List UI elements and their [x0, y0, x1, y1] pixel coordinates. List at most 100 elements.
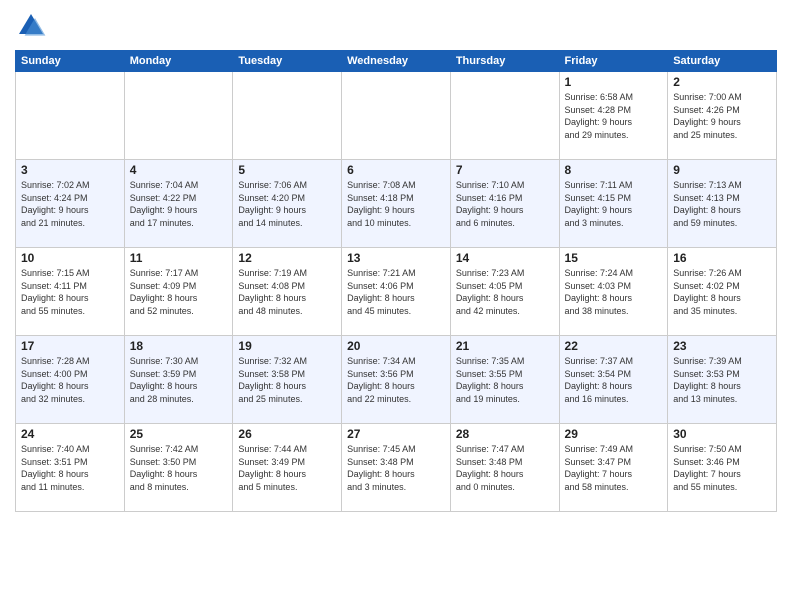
day-info: Sunrise: 7:39 AM Sunset: 3:53 PM Dayligh…: [673, 355, 771, 405]
day-info: Sunrise: 7:28 AM Sunset: 4:00 PM Dayligh…: [21, 355, 119, 405]
day-number: 28: [456, 427, 554, 441]
day-number: 10: [21, 251, 119, 265]
day-number: 30: [673, 427, 771, 441]
day-number: 2: [673, 75, 771, 89]
day-number: 20: [347, 339, 445, 353]
calendar-cell: 21Sunrise: 7:35 AM Sunset: 3:55 PM Dayli…: [450, 336, 559, 424]
day-info: Sunrise: 7:10 AM Sunset: 4:16 PM Dayligh…: [456, 179, 554, 229]
day-info: Sunrise: 7:30 AM Sunset: 3:59 PM Dayligh…: [130, 355, 228, 405]
day-info: Sunrise: 7:24 AM Sunset: 4:03 PM Dayligh…: [565, 267, 663, 317]
day-number: 16: [673, 251, 771, 265]
day-number: 8: [565, 163, 663, 177]
weekday-header: Thursday: [450, 51, 559, 72]
page: SundayMondayTuesdayWednesdayThursdayFrid…: [0, 0, 792, 612]
calendar-cell: 24Sunrise: 7:40 AM Sunset: 3:51 PM Dayli…: [16, 424, 125, 512]
logo: [15, 10, 51, 42]
day-info: Sunrise: 7:17 AM Sunset: 4:09 PM Dayligh…: [130, 267, 228, 317]
header: [15, 10, 777, 42]
weekday-header: Sunday: [16, 51, 125, 72]
day-number: 3: [21, 163, 119, 177]
day-info: Sunrise: 7:32 AM Sunset: 3:58 PM Dayligh…: [238, 355, 336, 405]
day-number: 1: [565, 75, 663, 89]
day-info: Sunrise: 7:06 AM Sunset: 4:20 PM Dayligh…: [238, 179, 336, 229]
weekday-header: Saturday: [668, 51, 777, 72]
calendar-cell: 11Sunrise: 7:17 AM Sunset: 4:09 PM Dayli…: [124, 248, 233, 336]
day-number: 27: [347, 427, 445, 441]
day-info: Sunrise: 7:50 AM Sunset: 3:46 PM Dayligh…: [673, 443, 771, 493]
calendar-cell: 20 Sunrise: 7:34 AM Sunset: 3:56 PM Dayli…: [342, 336, 451, 424]
day-info: Sunrise: 7:26 AM Sunset: 4:02 PM Dayligh…: [673, 267, 771, 317]
calendar-week: 3 Sunrise: 7:02 AM Sunset: 4:24 PM Daylig…: [16, 160, 777, 248]
day-info: Sunrise: 7:44 AM Sunset: 3:49 PM Dayligh…: [238, 443, 336, 493]
day-number: 17: [21, 339, 119, 353]
calendar-cell: 25 Sunrise: 7:42 AM Sunset: 3:50 PM Dayli…: [124, 424, 233, 512]
calendar-cell: 1 Sunrise: 6:58 AM Sunset: 4:28 PM Daylig…: [559, 72, 668, 160]
calendar: SundayMondayTuesdayWednesdayThursdayFrid…: [15, 50, 777, 512]
calendar-cell: 16 Sunrise: 7:26 AM Sunset: 4:02 PM Dayli…: [668, 248, 777, 336]
calendar-cell: 17 Sunrise: 7:28 AM Sunset: 4:00 PM Dayli…: [16, 336, 125, 424]
calendar-cell: [16, 72, 125, 160]
day-number: 6: [347, 163, 445, 177]
day-number: 5: [238, 163, 336, 177]
calendar-cell: [342, 72, 451, 160]
calendar-cell: 22 Sunrise: 7:37 AM Sunset: 3:54 PM Dayli…: [559, 336, 668, 424]
day-info: Sunrise: 7:15 AM Sunset: 4:11 PM Dayligh…: [21, 267, 119, 317]
calendar-cell: [233, 72, 342, 160]
calendar-cell: [450, 72, 559, 160]
weekday-header-row: SundayMondayTuesdayWednesdayThursdayFrid…: [16, 51, 777, 72]
day-number: 22: [565, 339, 663, 353]
weekday-header: Friday: [559, 51, 668, 72]
calendar-cell: 7Sunrise: 7:10 AM Sunset: 4:16 PM Daylig…: [450, 160, 559, 248]
calendar-cell: 3 Sunrise: 7:02 AM Sunset: 4:24 PM Daylig…: [16, 160, 125, 248]
day-number: 26: [238, 427, 336, 441]
day-info: Sunrise: 7:45 AM Sunset: 3:48 PM Dayligh…: [347, 443, 445, 493]
day-number: 23: [673, 339, 771, 353]
day-number: 19: [238, 339, 336, 353]
calendar-cell: 9 Sunrise: 7:13 AM Sunset: 4:13 PM Daylig…: [668, 160, 777, 248]
calendar-cell: 4 Sunrise: 7:04 AM Sunset: 4:22 PM Daylig…: [124, 160, 233, 248]
day-info: Sunrise: 7:34 AM Sunset: 3:56 PM Dayligh…: [347, 355, 445, 405]
calendar-cell: 28 Sunrise: 7:47 AM Sunset: 3:48 PM Dayli…: [450, 424, 559, 512]
day-number: 18: [130, 339, 228, 353]
day-info: Sunrise: 7:40 AM Sunset: 3:51 PM Dayligh…: [21, 443, 119, 493]
day-number: 15: [565, 251, 663, 265]
calendar-cell: 19 Sunrise: 7:32 AM Sunset: 3:58 PM Dayli…: [233, 336, 342, 424]
day-info: Sunrise: 7:47 AM Sunset: 3:48 PM Dayligh…: [456, 443, 554, 493]
day-info: Sunrise: 7:04 AM Sunset: 4:22 PM Dayligh…: [130, 179, 228, 229]
day-info: Sunrise: 7:37 AM Sunset: 3:54 PM Dayligh…: [565, 355, 663, 405]
day-info: Sunrise: 7:02 AM Sunset: 4:24 PM Dayligh…: [21, 179, 119, 229]
day-info: Sunrise: 7:00 AM Sunset: 4:26 PM Dayligh…: [673, 91, 771, 141]
day-info: Sunrise: 7:13 AM Sunset: 4:13 PM Dayligh…: [673, 179, 771, 229]
weekday-header: Tuesday: [233, 51, 342, 72]
day-number: 12: [238, 251, 336, 265]
day-info: Sunrise: 6:58 AM Sunset: 4:28 PM Dayligh…: [565, 91, 663, 141]
day-number: 25: [130, 427, 228, 441]
calendar-cell: 15 Sunrise: 7:24 AM Sunset: 4:03 PM Dayli…: [559, 248, 668, 336]
day-number: 29: [565, 427, 663, 441]
calendar-cell: 30 Sunrise: 7:50 AM Sunset: 3:46 PM Dayli…: [668, 424, 777, 512]
day-info: Sunrise: 7:21 AM Sunset: 4:06 PM Dayligh…: [347, 267, 445, 317]
calendar-cell: 18 Sunrise: 7:30 AM Sunset: 3:59 PM Dayli…: [124, 336, 233, 424]
calendar-cell: 5 Sunrise: 7:06 AM Sunset: 4:20 PM Daylig…: [233, 160, 342, 248]
calendar-cell: 13 Sunrise: 7:21 AM Sunset: 4:06 PM Dayli…: [342, 248, 451, 336]
day-number: 9: [673, 163, 771, 177]
day-info: Sunrise: 7:19 AM Sunset: 4:08 PM Dayligh…: [238, 267, 336, 317]
day-info: Sunrise: 7:35 AM Sunset: 3:55 PM Dayligh…: [456, 355, 554, 405]
calendar-cell: 29 Sunrise: 7:49 AM Sunset: 3:47 PM Dayli…: [559, 424, 668, 512]
day-info: Sunrise: 7:11 AM Sunset: 4:15 PM Dayligh…: [565, 179, 663, 229]
day-info: Sunrise: 7:08 AM Sunset: 4:18 PM Dayligh…: [347, 179, 445, 229]
calendar-cell: 6 Sunrise: 7:08 AM Sunset: 4:18 PM Daylig…: [342, 160, 451, 248]
calendar-cell: 12 Sunrise: 7:19 AM Sunset: 4:08 PM Dayli…: [233, 248, 342, 336]
calendar-cell: 14Sunrise: 7:23 AM Sunset: 4:05 PM Dayli…: [450, 248, 559, 336]
day-info: Sunrise: 7:23 AM Sunset: 4:05 PM Dayligh…: [456, 267, 554, 317]
calendar-week: 17 Sunrise: 7:28 AM Sunset: 4:00 PM Dayli…: [16, 336, 777, 424]
weekday-header: Wednesday: [342, 51, 451, 72]
day-number: 4: [130, 163, 228, 177]
calendar-week: 24Sunrise: 7:40 AM Sunset: 3:51 PM Dayli…: [16, 424, 777, 512]
day-info: Sunrise: 7:49 AM Sunset: 3:47 PM Dayligh…: [565, 443, 663, 493]
calendar-week: 10 Sunrise: 7:15 AM Sunset: 4:11 PM Dayli…: [16, 248, 777, 336]
day-number: 13: [347, 251, 445, 265]
day-info: Sunrise: 7:42 AM Sunset: 3:50 PM Dayligh…: [130, 443, 228, 493]
calendar-week: 1 Sunrise: 6:58 AM Sunset: 4:28 PM Daylig…: [16, 72, 777, 160]
calendar-cell: 2 Sunrise: 7:00 AM Sunset: 4:26 PM Daylig…: [668, 72, 777, 160]
